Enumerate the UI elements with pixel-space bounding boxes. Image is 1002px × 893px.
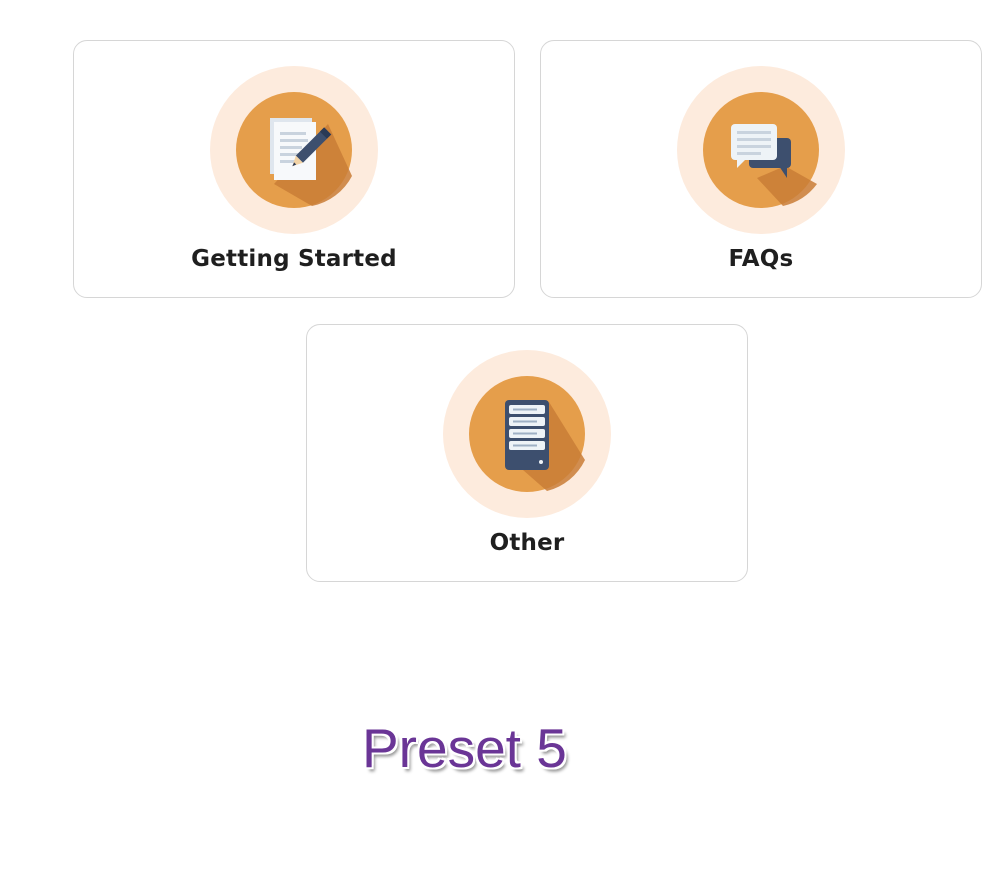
server-icon bbox=[443, 350, 611, 518]
other-card[interactable]: Other bbox=[306, 324, 748, 582]
getting-started-label: Getting Started bbox=[191, 246, 397, 272]
faqs-card[interactable]: FAQs bbox=[540, 40, 982, 298]
other-label: Other bbox=[489, 530, 565, 556]
chat-bubbles-icon bbox=[677, 66, 845, 234]
faqs-label: FAQs bbox=[728, 246, 794, 272]
getting-started-card[interactable]: Getting Started bbox=[73, 40, 515, 298]
preset-label: Preset 5 bbox=[362, 717, 567, 779]
document-pencil-icon bbox=[210, 66, 378, 234]
